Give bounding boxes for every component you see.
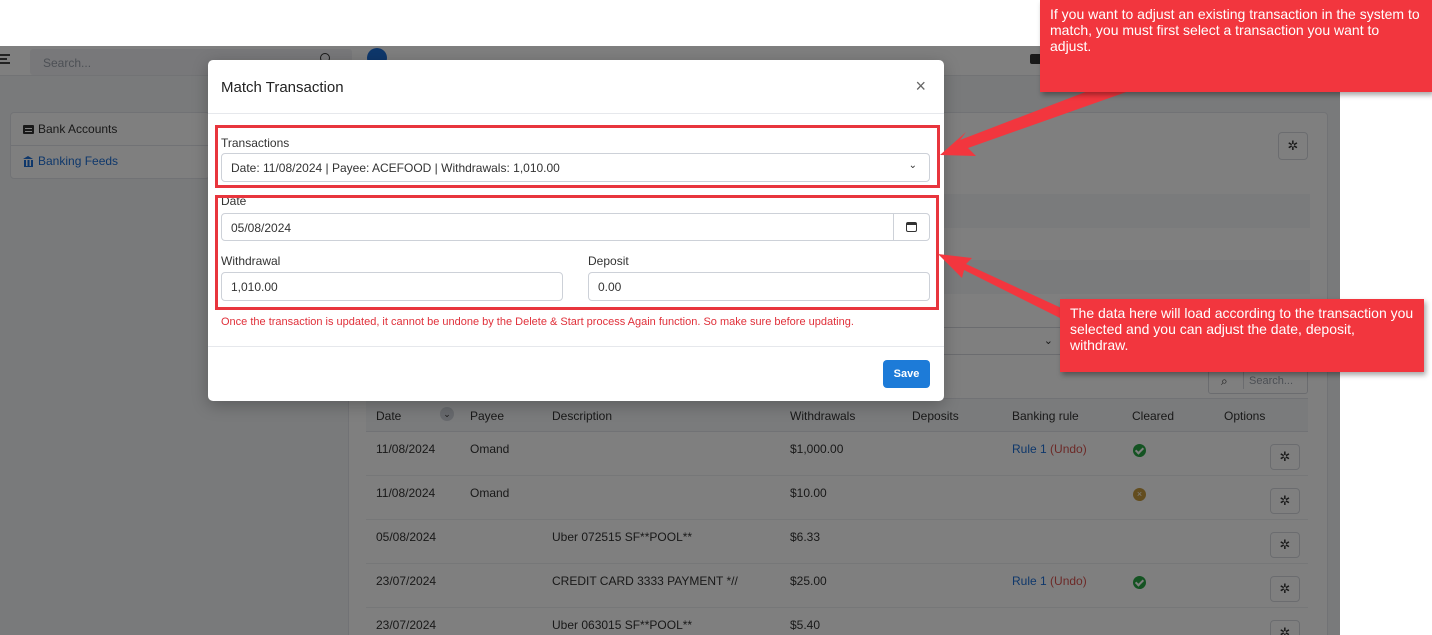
close-icon[interactable]: × bbox=[915, 77, 926, 95]
date-label: Date bbox=[221, 194, 247, 208]
warning-text: Once the transaction is updated, it cann… bbox=[221, 316, 854, 328]
transactions-label: Transactions bbox=[221, 136, 290, 150]
deposit-label: Deposit bbox=[588, 254, 629, 268]
calendar-button[interactable] bbox=[893, 214, 929, 240]
withdrawal-field[interactable]: 1,010.00 bbox=[221, 272, 563, 301]
deposit-field-value: 0.00 bbox=[598, 280, 622, 294]
callout-bottom: The data here will load according to the… bbox=[1060, 299, 1424, 372]
date-field-value: 05/08/2024 bbox=[231, 221, 292, 235]
transactions-select-value: Date: 11/08/2024 | Payee: ACEFOOD | With… bbox=[231, 161, 560, 175]
modal-title: Match Transaction bbox=[221, 79, 344, 96]
withdrawal-label: Withdrawal bbox=[221, 254, 281, 268]
callout-bottom-text: The data here will load according to the… bbox=[1070, 305, 1414, 353]
transactions-select[interactable]: Date: 11/08/2024 | Payee: ACEFOOD | With… bbox=[221, 153, 930, 182]
save-button[interactable]: Save bbox=[883, 360, 930, 388]
callout-top-text: If you want to adjust an existing transa… bbox=[1050, 6, 1420, 54]
calendar-icon bbox=[906, 222, 917, 232]
date-field[interactable]: 05/08/2024 bbox=[221, 213, 930, 241]
deposit-field[interactable]: 0.00 bbox=[588, 272, 930, 301]
modal-header: Match Transaction × bbox=[208, 60, 944, 114]
match-transaction-modal: Match Transaction × Transactions Date: 1… bbox=[208, 60, 944, 401]
callout-top: If you want to adjust an existing transa… bbox=[1040, 0, 1432, 92]
withdrawal-field-value: 1,010.00 bbox=[231, 280, 278, 294]
modal-footer-divider bbox=[208, 346, 944, 347]
chevron-down-icon: ⌄ bbox=[908, 160, 917, 171]
